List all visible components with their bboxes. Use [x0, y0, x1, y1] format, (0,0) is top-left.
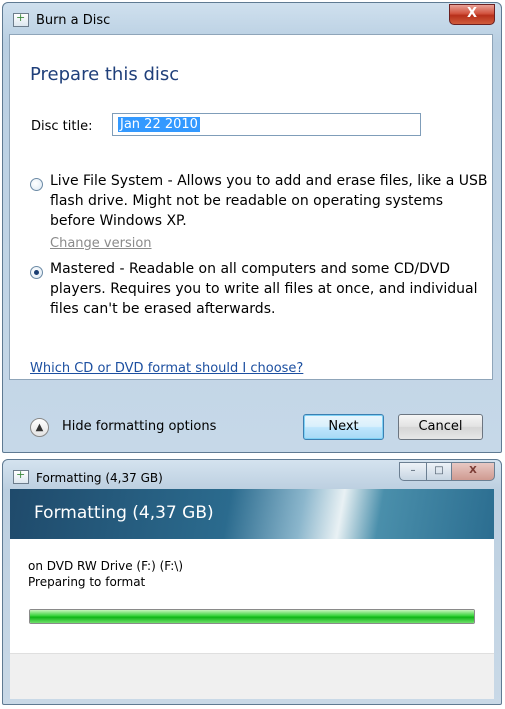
formatting-window-title: Formatting (4,37 GB) [36, 471, 163, 485]
formatting-banner: Formatting (4,37 GB) [10, 489, 494, 539]
mastered-label[interactable]: Mastered - Readable on all computers and… [50, 259, 490, 319]
page-heading: Prepare this disc [30, 64, 180, 85]
cancel-button[interactable]: Cancel [398, 414, 483, 440]
chevron-up-icon[interactable]: ▲ [30, 418, 49, 437]
disc-title-label: Disc title: [31, 119, 93, 134]
window-title: Burn a Disc [36, 13, 111, 28]
formatting-app-icon [13, 468, 29, 484]
title-bar[interactable]: Burn a Disc X [3, 3, 501, 35]
close-button[interactable]: X [449, 4, 495, 25]
format-help-link[interactable]: Which CD or DVD format should I choose? [30, 361, 303, 376]
change-version-link[interactable]: Change version [50, 236, 152, 251]
live-file-system-radio[interactable] [30, 178, 43, 191]
formatting-content: on DVD RW Drive (F:) (F:\) Preparing to … [10, 539, 494, 699]
disc-title-value: Jan 22 2010 [118, 117, 200, 132]
format-progress-bar [29, 609, 475, 624]
next-button[interactable]: Next [303, 414, 384, 440]
progress-fill [30, 610, 474, 623]
formatting-close-button[interactable]: X [451, 462, 495, 481]
status-line: Preparing to format [28, 575, 146, 589]
live-file-system-label[interactable]: Live File System - Allows you to add and… [50, 171, 490, 231]
maximize-button[interactable]: □ [426, 462, 452, 481]
hide-formatting-options[interactable]: Hide formatting options [62, 419, 216, 434]
mastered-radio[interactable] [30, 266, 43, 279]
banner-title: Formatting (4,37 GB) [34, 503, 214, 523]
minimize-button[interactable]: – [399, 462, 427, 481]
formatting-window: Formatting (4,37 GB) – □ X Formatting (4… [2, 459, 502, 705]
caption-buttons: – □ X [399, 462, 495, 481]
drive-line: on DVD RW Drive (F:) (F:\) [28, 559, 184, 573]
burn-disc-app-icon [13, 11, 29, 27]
formatting-footer [10, 653, 494, 699]
disc-title-input[interactable]: Jan 22 2010 [112, 113, 421, 136]
